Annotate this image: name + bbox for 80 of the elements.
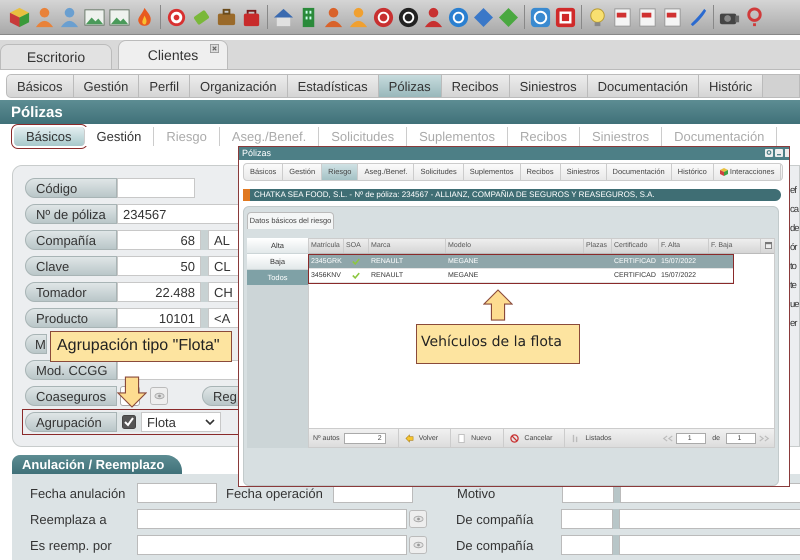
field-label: Mod. CCGG	[25, 360, 117, 380]
tab[interactable]: Históric	[698, 75, 764, 97]
list-icon	[571, 434, 580, 443]
field-label: Fecha anulación	[30, 486, 126, 500]
document-icon	[457, 434, 466, 443]
field-label: Clave	[25, 256, 117, 276]
tab[interactable]: Organización	[190, 75, 288, 97]
checkbox[interactable]	[122, 415, 136, 429]
dash-separator	[201, 230, 208, 250]
text-fragment: te	[790, 279, 798, 293]
text-fragment: er	[790, 317, 798, 331]
text-fragment: ue	[790, 298, 799, 312]
columns-icon[interactable]	[765, 242, 772, 250]
tab[interactable]: Gestión	[74, 75, 140, 97]
field-label: Coaseguros	[25, 386, 117, 406]
tab[interactable]: Clientes	[118, 40, 228, 69]
eye-icon	[412, 515, 424, 523]
arrow-up-icon	[483, 289, 513, 321]
field-label: Motivo	[457, 486, 496, 500]
dash-separator	[613, 509, 619, 529]
field-label: Tomador	[25, 282, 117, 302]
field-label: Es reemp. por	[30, 538, 113, 552]
view-button[interactable]	[150, 387, 168, 405]
view-button[interactable]	[409, 510, 427, 528]
input-field[interactable]: 22.488	[117, 282, 201, 302]
minimize-icon[interactable]	[775, 149, 783, 158]
callout: Vehículos de la flota	[416, 324, 580, 364]
eye-icon	[412, 541, 424, 549]
input-field[interactable]: 50	[117, 256, 201, 276]
dash-separator	[201, 282, 208, 302]
caret-icon	[205, 419, 215, 425]
section-title: Pólizas	[0, 100, 800, 124]
field-label: De compañía	[456, 538, 534, 552]
text-fragment: ór	[790, 241, 798, 255]
text-fragment: to	[790, 260, 798, 274]
field-label: De compañía	[456, 512, 534, 526]
input-field[interactable]: 10101	[117, 308, 201, 328]
field-label: Reemplaza a	[30, 512, 108, 526]
tab[interactable]: Pólizas	[378, 75, 442, 97]
dash-separator	[201, 308, 208, 328]
person-icon[interactable]	[322, 6, 345, 28]
cube-icon	[720, 168, 728, 176]
cancel-icon	[510, 434, 520, 443]
tab[interactable]: Siniestros	[510, 75, 588, 97]
section-title: Anulación / Reemplazo	[12, 455, 182, 474]
help-icon[interactable]	[765, 149, 773, 158]
select-field[interactable]: Flota	[141, 412, 221, 432]
tab[interactable]: Gestión	[84, 127, 154, 146]
field-label: Fecha operación	[226, 486, 324, 500]
dialog-title: Pólizas	[242, 148, 272, 158]
tab[interactable]: Básicos	[7, 75, 74, 97]
text-fragment: de	[790, 222, 799, 236]
arrow-left-icon	[404, 434, 414, 443]
input-field[interactable]: 68	[117, 230, 201, 250]
view-button[interactable]	[409, 536, 427, 554]
tab[interactable]: Básicos	[14, 127, 85, 146]
field-label: Compañía	[25, 230, 117, 250]
dash-separator	[613, 535, 619, 555]
tab[interactable]: Estadísticas	[288, 75, 379, 97]
coin-icon[interactable]	[397, 6, 420, 28]
text-fragment: ca	[790, 203, 799, 217]
policy-summary: CHATKA SEA FOOD, S.L. - Nº de póliza: 234567 - ALLIANZ, COMPAÑIA DE SEGUROS Y REASEGUROS, S.A.	[254, 190, 655, 200]
dash-separator	[201, 256, 208, 276]
tab[interactable]: Documentación	[588, 75, 699, 97]
globe-icon[interactable]	[529, 6, 552, 28]
field-label: Código	[25, 178, 117, 198]
tab[interactable]: Recibos	[442, 75, 510, 97]
field-label: Producto	[25, 308, 117, 328]
callout: Agrupación tipo "Flota"	[50, 331, 232, 362]
text-fragment: ef	[790, 184, 798, 198]
field-label: Agrupación	[25, 412, 117, 432]
cube-icon[interactable]	[8, 6, 31, 28]
field-label: M	[25, 334, 47, 354]
tile-icon[interactable]	[554, 6, 577, 28]
arrow-down-icon	[117, 376, 147, 408]
color-marker	[243, 188, 250, 201]
eye-icon	[154, 392, 164, 400]
field-label: Nº de póliza	[25, 204, 117, 224]
tab[interactable]: Escritorio	[0, 44, 112, 69]
tab[interactable]: Perfil	[139, 75, 190, 97]
